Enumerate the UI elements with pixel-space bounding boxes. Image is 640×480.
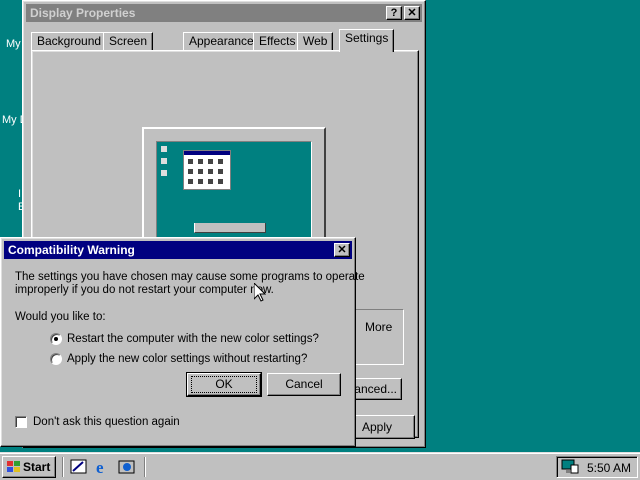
start-label: Start (23, 460, 51, 474)
cancel-button[interactable]: Cancel (267, 373, 341, 396)
help-button[interactable]: ? (386, 6, 402, 20)
restart-radio[interactable] (50, 333, 62, 345)
mini-window (183, 150, 231, 190)
desktop-icon-label-my-computer[interactable]: My (6, 38, 21, 50)
warning-question: Would you like to: (15, 311, 106, 323)
display-properties-titlebar[interactable]: Display Properties ? ✕ (26, 4, 422, 22)
dont-ask-label[interactable]: Don't ask this question again (33, 415, 180, 429)
taskbar-separator (62, 457, 64, 477)
system-tray: 5:50 AM (556, 456, 638, 478)
warning-title: Compatibility Warning (8, 243, 135, 257)
tab-settings[interactable]: Settings (339, 29, 395, 52)
mini-desktop-icon (161, 158, 167, 164)
mini-desktop-icon (161, 170, 167, 176)
dont-ask-checkbox[interactable] (15, 416, 27, 428)
warning-message-line2: improperly if you do not restart your co… (15, 284, 274, 296)
tab-appearance[interactable]: Appearance (183, 32, 260, 51)
taskbar-separator (144, 457, 146, 477)
close-button[interactable]: ✕ (404, 6, 420, 20)
windows-logo-icon (7, 461, 20, 472)
apply-without-restart-label[interactable]: Apply the new color settings without res… (67, 352, 307, 366)
display-settings-tray-icon[interactable] (561, 459, 579, 475)
more-colors-label: More (365, 320, 393, 334)
warning-titlebar[interactable]: Compatibility Warning ✕ (4, 241, 352, 259)
display-properties-title: Display Properties (30, 6, 136, 20)
start-button[interactable]: Start (2, 456, 56, 478)
color-palette-group: More (352, 309, 404, 365)
mouse-pointer-icon (254, 283, 266, 302)
ok-button[interactable]: OK (186, 372, 262, 397)
internet-explorer-icon[interactable]: e (94, 458, 112, 476)
warning-close-button[interactable]: ✕ (334, 243, 350, 257)
compatibility-warning-dialog: Compatibility Warning ✕ The settings you… (0, 237, 365, 447)
taskbar: Start e 5:50 AM (0, 452, 640, 480)
show-desktop-icon[interactable] (70, 458, 88, 476)
clock[interactable]: 5:50 AM (587, 461, 631, 475)
tab-screen-saver[interactable]: Screen Saver (103, 32, 154, 65)
mini-desktop-icon (161, 146, 167, 152)
channels-icon[interactable] (118, 458, 136, 476)
desktop-icon-label-ie-1[interactable]: I (18, 188, 21, 200)
restart-option-label[interactable]: Restart the computer with the new color … (67, 332, 319, 346)
monitor-stand (194, 223, 266, 233)
apply-without-restart-radio[interactable] (50, 353, 62, 365)
tab-effects[interactable]: Effects (253, 32, 302, 51)
svg-text:e: e (96, 458, 104, 476)
warning-message-line1: The settings you have chosen may cause s… (15, 271, 365, 283)
tab-background[interactable]: Background (31, 32, 108, 51)
tab-web[interactable]: Web (297, 32, 334, 51)
